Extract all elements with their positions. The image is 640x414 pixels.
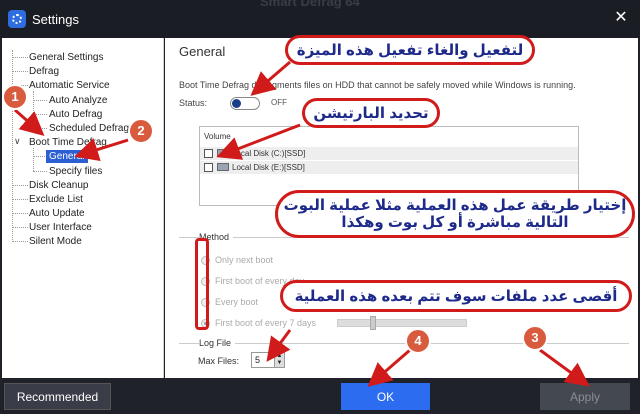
volume-label: Local Disk (C:)[SSD] <box>232 149 306 158</box>
log-file-label: Log File <box>199 338 236 348</box>
tree-connector <box>33 100 47 101</box>
step-badge: 2 <box>128 118 154 144</box>
tree-connector <box>33 128 47 129</box>
tree-connector <box>12 213 28 214</box>
spin-arrows-icon[interactable]: ▲ ▼ <box>274 353 284 367</box>
volume-checkbox[interactable] <box>204 149 213 158</box>
boot-defrag-description: Boot Time Defrag defragments files on HD… <box>179 80 576 90</box>
status-value: OFF <box>271 98 287 107</box>
toggle-knob <box>232 99 241 108</box>
annotation-method-note: إختيار طريقة عمل هذه العملية مثلا عملية … <box>275 190 635 238</box>
log-divider <box>179 343 629 344</box>
tree-connector <box>33 148 34 171</box>
step-badge: 4 <box>405 328 431 354</box>
tree-connector <box>33 171 47 172</box>
max-files-stepper[interactable]: 5 ▲ ▼ <box>251 352 285 368</box>
background-app-title: Smart Defrag 64 <box>260 0 360 9</box>
volume-label: Local Disk (E:)[SSD] <box>232 163 305 172</box>
method-option: Only next boot <box>215 255 274 265</box>
max-files-value: 5 <box>255 355 261 365</box>
close-icon[interactable]: ✕ <box>612 9 630 27</box>
method-highlight <box>195 238 209 330</box>
tree-item-automatic-service[interactable]: Automatic Service <box>29 79 110 92</box>
tree-item-user-interface[interactable]: User Interface <box>29 221 92 234</box>
tree-item-auto-analyze[interactable]: Auto Analyze <box>49 94 107 107</box>
volume-checkbox[interactable] <box>204 163 213 172</box>
ok-button[interactable]: OK <box>341 383 430 410</box>
volume-header: Volume <box>204 132 231 141</box>
tree-connector <box>33 91 34 131</box>
section-title: General <box>179 44 226 59</box>
tree-item-defrag[interactable]: Defrag <box>29 65 59 78</box>
days-slider-track[interactable] <box>337 319 467 327</box>
tree-item-disk-cleanup[interactable]: Disk Cleanup <box>29 179 88 192</box>
tree-item-general-settings[interactable]: General Settings <box>29 51 104 64</box>
tree-item-auto-defrag[interactable]: Auto Defrag <box>49 108 102 121</box>
disk-icon <box>217 163 229 171</box>
tree-connector <box>12 199 28 200</box>
annotation-max-files-note: أقصى عدد ملفات سوف تتم بعده هذه العملية <box>280 280 632 312</box>
tree-connector <box>12 71 28 72</box>
tree-connector <box>12 57 28 58</box>
tree-item-specify-files[interactable]: Specify files <box>49 165 102 178</box>
tree-item-silent-mode[interactable]: Silent Mode <box>29 235 82 248</box>
tree-connector <box>33 156 47 157</box>
volume-row[interactable]: Local Disk (C:)[SSD] <box>200 147 578 160</box>
tree-item-general[interactable]: General <box>46 150 88 163</box>
volume-row[interactable]: Local Disk (E:)[SSD] <box>200 161 578 174</box>
status-toggle[interactable] <box>230 97 260 110</box>
tree-connector <box>12 227 28 228</box>
apply-button[interactable]: Apply <box>540 383 630 410</box>
step-badge: 3 <box>522 325 548 351</box>
tree-connector <box>12 50 13 240</box>
tree-item-scheduled-defrag[interactable]: Scheduled Defrag <box>49 122 129 135</box>
app-icon <box>8 10 26 28</box>
chevron-down-icon[interactable]: ∨ <box>14 136 21 147</box>
method-option: First boot of every 7 days <box>215 318 317 328</box>
window-title: Settings <box>32 12 79 27</box>
tree-item-boot-time-defrag[interactable]: Boot Time Defrag <box>29 136 107 149</box>
status-label: Status: <box>179 98 208 108</box>
tree-item-exclude-list[interactable]: Exclude List <box>29 193 83 206</box>
recommended-button[interactable]: Recommended <box>4 383 111 410</box>
days-slider-handle[interactable] <box>370 316 376 330</box>
step-badge: 1 <box>2 84 28 110</box>
disk-icon <box>217 149 229 157</box>
tree-connector <box>33 114 47 115</box>
max-files-label: Max Files: <box>198 356 240 366</box>
tree-connector <box>12 241 28 242</box>
title-bar: Smart Defrag 64 Settings ✕ <box>0 0 640 38</box>
method-option: Every boot <box>215 297 259 307</box>
tree-item-auto-update[interactable]: Auto Update <box>29 207 85 220</box>
settings-tree: General Settings Defrag Automatic Servic… <box>2 38 164 378</box>
annotation-toggle-note: لتفعيل والغاء تفعيل هذه الميزة <box>285 35 535 65</box>
annotation-partition-note: تحديد البارتيشن <box>302 98 440 128</box>
tree-connector <box>12 185 28 186</box>
